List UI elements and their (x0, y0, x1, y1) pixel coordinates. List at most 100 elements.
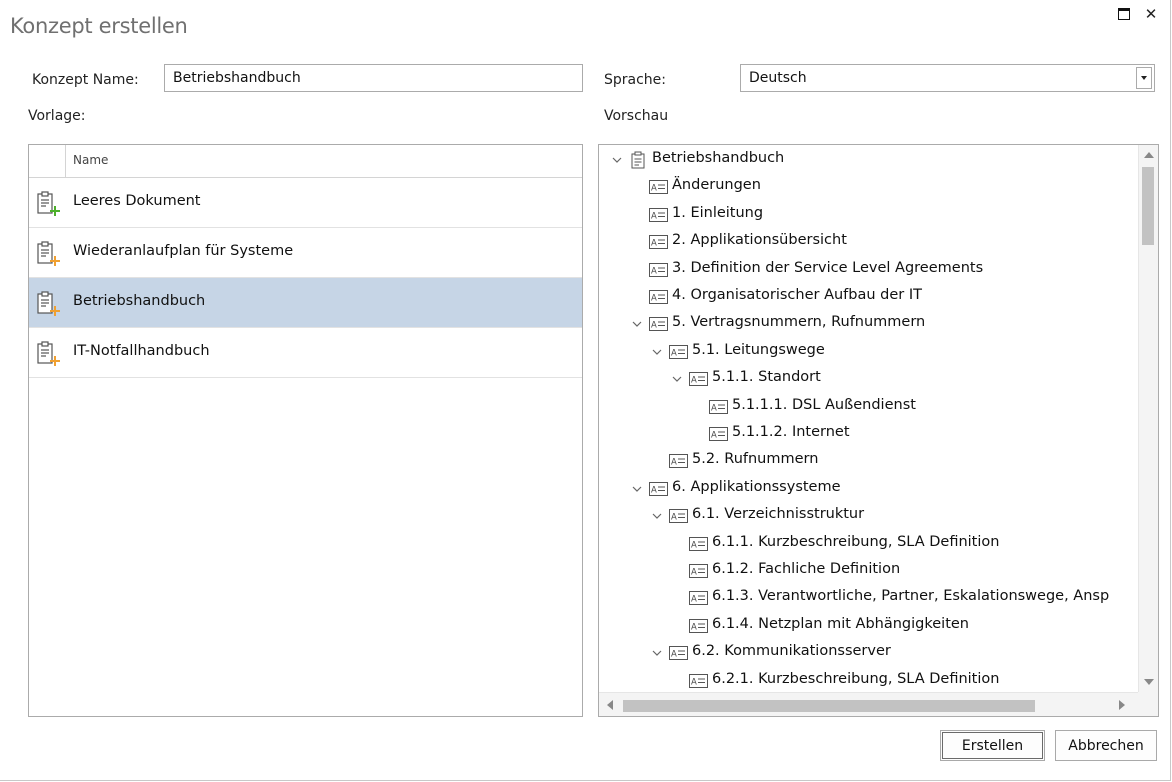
template-row[interactable]: Betriebshandbuch (29, 278, 582, 328)
section-icon: A (689, 564, 708, 578)
tree-node-label: 6.2.1. Kurzbeschreibung, SLA Definition (712, 670, 1000, 687)
scroll-right-icon[interactable] (1119, 700, 1125, 710)
template-row[interactable]: Leeres Dokument (29, 178, 582, 228)
tree-node-label: 5.1. Leitungswege (692, 341, 825, 358)
tree-node-label: 5.1.1.1. DSL Außendienst (732, 396, 916, 413)
section-icon: A (669, 509, 688, 524)
section-icon: A (669, 344, 688, 359)
concept-name-input[interactable]: Betriebshandbuch (164, 64, 583, 92)
svg-text:A: A (651, 211, 657, 221)
create-button[interactable]: Erstellen (940, 730, 1045, 761)
clipboard-plus-orange-icon (35, 291, 63, 317)
tree-node[interactable]: A 5. Vertragsnummern, Rufnummern (599, 314, 1139, 340)
tree-node-label: 6.1.2. Fachliche Definition (712, 561, 901, 577)
svg-text:A: A (671, 348, 677, 358)
dialog-title: Konzept erstellen (10, 14, 188, 38)
tree-node[interactable]: A 6.1.2. Fachliche Definition (599, 561, 1139, 587)
svg-text:A: A (691, 540, 697, 550)
section-icon: A (669, 646, 688, 661)
tree-node[interactable]: A 5.1.1. Standort (599, 369, 1139, 395)
tree-node-label: Änderungen (672, 177, 761, 194)
svg-text:A: A (671, 513, 677, 523)
vertical-scrollbar[interactable] (1138, 145, 1158, 693)
close-button[interactable]: ✕ (1141, 4, 1161, 24)
list-header: Name (29, 145, 582, 178)
tree-node-label: 1. Einleitung (672, 204, 764, 221)
svg-text:A: A (651, 184, 657, 194)
tree-node[interactable]: A 6.1. Verzeichnisstruktur (599, 506, 1139, 532)
tree-node[interactable]: A 6.1.3. Verantwortliche, Partner, Eskal… (599, 588, 1139, 614)
tree-node[interactable]: A 6. Applikationssysteme (599, 479, 1139, 505)
svg-text:A: A (691, 568, 697, 578)
tree-node-label: 6.1.1. Kurzbeschreibung, SLA Definition (712, 533, 1000, 550)
svg-text:A: A (671, 458, 677, 468)
language-select[interactable]: Deutsch (740, 64, 1155, 92)
tree-node[interactable]: A 4. Organisatorischer Aufbau der IT (599, 287, 1139, 313)
chevron-down-icon[interactable] (631, 483, 643, 495)
svg-text:A: A (711, 431, 717, 441)
scroll-left-icon[interactable] (607, 700, 613, 710)
tree-node[interactable]: A 6.1.1. Kurzbeschreibung, SLA Definitio… (599, 534, 1139, 560)
tree-node-label: 6.1.3. Verantwortliche, Partner, Eskalat… (712, 588, 1110, 605)
maximize-button[interactable] (1114, 4, 1134, 24)
tree-node[interactable]: A 5.1.1.1. DSL Außendienst (599, 397, 1139, 423)
chevron-down-icon[interactable] (1136, 67, 1152, 89)
dialog-window: Konzept erstellen ✕ Konzept Name: Betrie… (0, 0, 1171, 781)
tree-node-label: 2. Applikationsübersicht (672, 232, 847, 249)
tree-node[interactable]: A 5.2. Rufnummern (599, 451, 1139, 477)
svg-text:A: A (691, 595, 697, 605)
tree-node-label: Betriebshandbuch (652, 150, 785, 166)
tree-node[interactable]: A 2. Applikationsübersicht (599, 232, 1139, 258)
tree-node[interactable]: A 5.1. Leitungswege (599, 342, 1139, 368)
tree-node-label: 4. Organisatorischer Aufbau der IT (672, 287, 922, 303)
section-icon: A (689, 673, 708, 688)
close-icon: ✕ (1144, 5, 1158, 23)
template-label: IT-Notfallhandbuch (73, 343, 210, 359)
svg-text:A: A (691, 376, 697, 386)
cancel-button[interactable]: Abbrechen (1055, 730, 1157, 761)
chevron-down-icon[interactable] (651, 647, 663, 659)
section-icon: A (689, 591, 708, 606)
tree-node-label: 5.1.1. Standort (712, 369, 821, 386)
section-icon: A (689, 372, 708, 387)
clipboard-plus-green-icon (35, 191, 63, 217)
tree-node[interactable]: A 5.1.1.2. Internet (599, 424, 1139, 450)
chevron-down-icon[interactable] (611, 154, 623, 166)
chevron-down-icon[interactable] (631, 318, 643, 330)
scroll-up-icon[interactable] (1144, 152, 1154, 158)
clipboard-icon (629, 151, 648, 169)
svg-text:A: A (651, 294, 657, 304)
chevron-down-icon[interactable] (651, 510, 663, 522)
tree-node[interactable]: A 6.2. Kommunikationsserver (599, 643, 1139, 669)
tree-node-label: 5. Vertragsnummern, Rufnummern (672, 314, 926, 331)
tree-node[interactable]: A Änderungen (599, 177, 1139, 203)
section-icon: A (709, 427, 728, 441)
vertical-scroll-thumb[interactable] (1142, 167, 1154, 245)
section-icon: A (689, 618, 708, 633)
template-list: Name Leeres Dokument Wiederanlaufplan fü… (28, 144, 583, 717)
tree-node[interactable]: A 1. Einleitung (599, 205, 1139, 231)
tree-node[interactable]: A 6.1.4. Netzplan mit Abhängigkeiten (599, 616, 1139, 642)
tree-node[interactable]: A 3. Definition der Service Level Agreem… (599, 260, 1139, 286)
maximize-icon (1118, 8, 1130, 20)
column-header-name[interactable]: Name (73, 153, 108, 167)
horizontal-scroll-thumb[interactable] (623, 700, 1035, 712)
svg-text:A: A (711, 403, 717, 413)
tree-node-label: 6.2. Kommunikationsserver (692, 643, 891, 660)
template-label: Wiederanlaufplan für Systeme (73, 243, 294, 259)
tree-node-label: 5.1.1.2. Internet (732, 424, 850, 440)
template-row[interactable]: Wiederanlaufplan für Systeme (29, 228, 582, 278)
section-icon: A (649, 481, 668, 496)
svg-text:A: A (651, 266, 657, 276)
chevron-down-icon[interactable] (651, 346, 663, 358)
horizontal-scrollbar[interactable] (599, 692, 1138, 716)
chevron-down-icon[interactable] (671, 373, 683, 385)
tree-node-label: 6.1. Verzeichnisstruktur (692, 506, 865, 523)
svg-text:A: A (691, 622, 697, 632)
tree-node[interactable]: Betriebshandbuch (599, 150, 1139, 176)
section-icon: A (649, 207, 668, 222)
section-icon: A (649, 317, 668, 332)
scroll-down-icon[interactable] (1144, 679, 1154, 685)
template-row[interactable]: IT-Notfallhandbuch (29, 328, 582, 378)
section-icon: A (649, 262, 668, 277)
